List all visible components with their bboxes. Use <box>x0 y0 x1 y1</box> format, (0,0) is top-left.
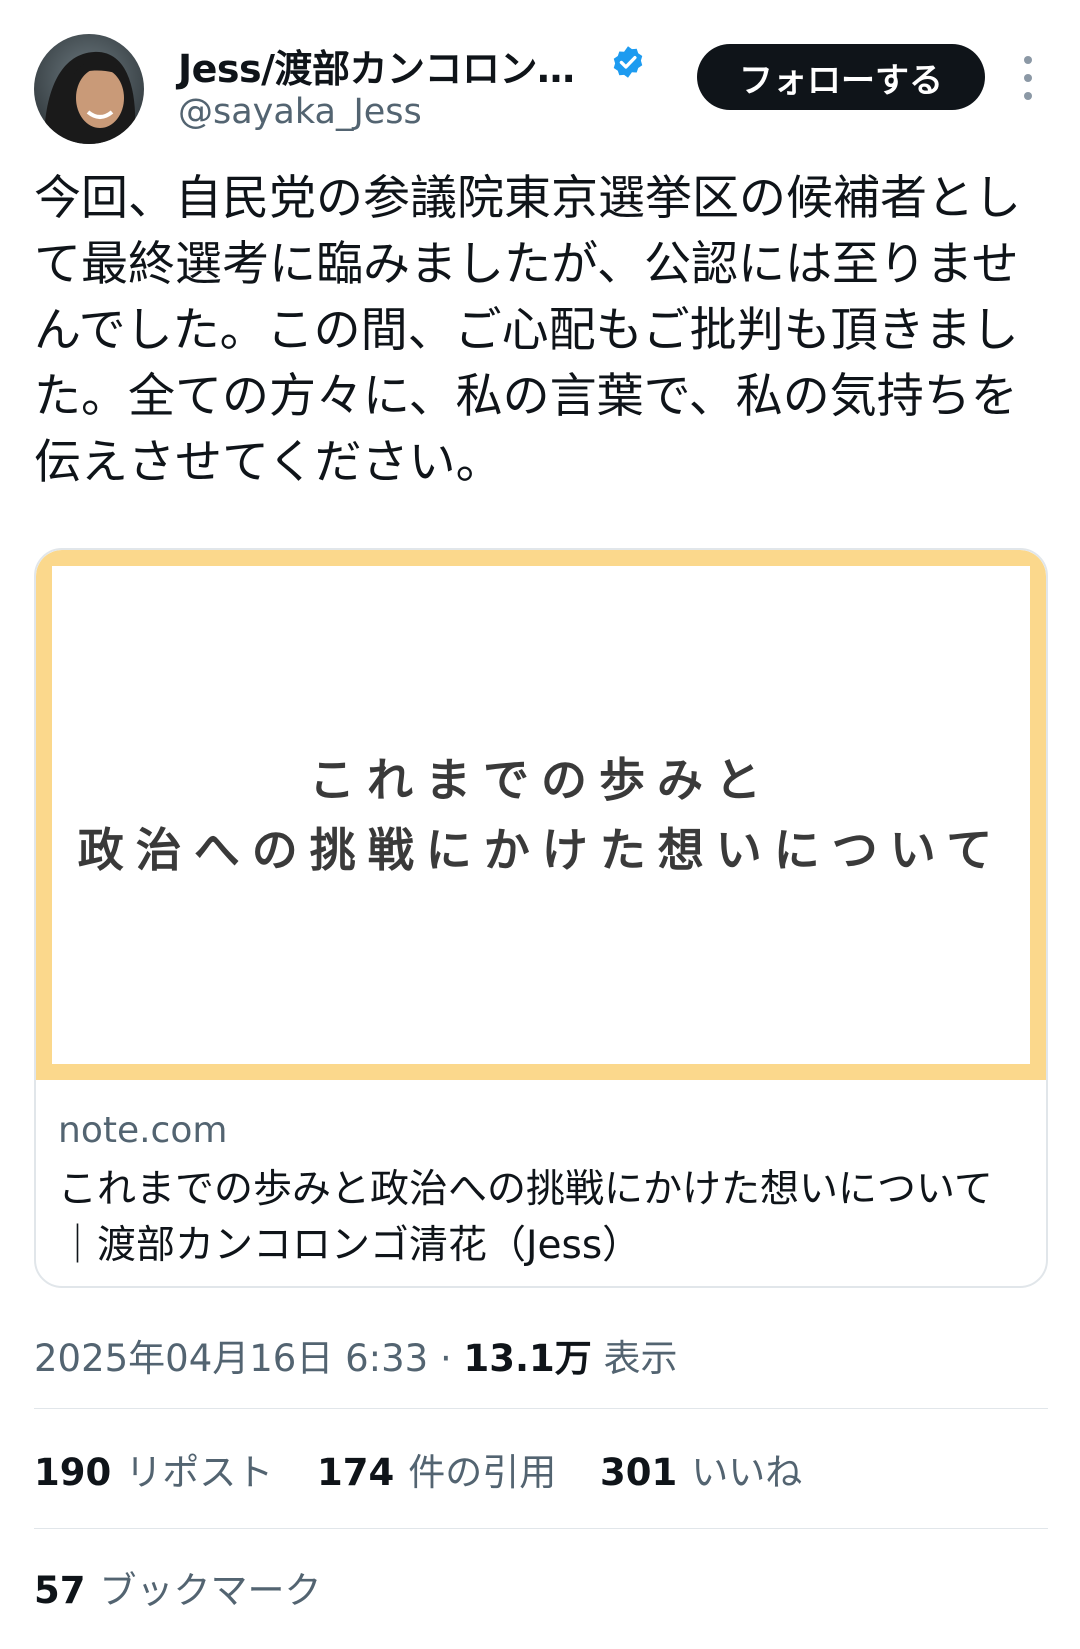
quotes-count: 174 <box>317 1451 395 1494</box>
user-handle[interactable]: @sayaka_Jess <box>178 92 422 132</box>
follow-button[interactable]: フォローする <box>697 44 985 110</box>
display-name[interactable]: Jess/渡部カンコロン… <box>178 38 575 93</box>
likes-count: 301 <box>600 1451 678 1494</box>
verified-badge-icon <box>613 46 643 78</box>
bookmarks-label: ブックマーク <box>99 1569 322 1612</box>
views-count: 13.1万 <box>463 1337 592 1380</box>
tweet-text: 今回、自民党の参議院東京選挙区の候補者として最終選考に臨みましたが、公認には至り… <box>34 171 1021 490</box>
reposts-stat[interactable]: 190 リポスト <box>34 1451 273 1494</box>
card-image-content: これまでの歩みと 政治への挑戦にかけた想いについて <box>52 566 1030 1064</box>
tweet-header: Jess/渡部カンコロン… @sayaka_Jess フォローする <box>0 0 1080 150</box>
bookmarks-count: 57 <box>34 1569 86 1612</box>
likes-label: いいね <box>691 1451 803 1494</box>
card-image-line-2: 政治への挑戦にかけた想いについて <box>77 823 1005 877</box>
likes-stat[interactable]: 301 いいね <box>600 1451 802 1494</box>
bookmarks-stat[interactable]: 57 ブックマーク <box>34 1569 322 1612</box>
more-options-icon[interactable] <box>1016 56 1040 100</box>
reposts-count: 190 <box>34 1451 112 1494</box>
timestamp[interactable]: 2025年04月16日 6:33 <box>34 1337 428 1380</box>
divider <box>34 1408 1048 1409</box>
divider <box>34 1528 1048 1529</box>
avatar[interactable] <box>34 34 144 144</box>
card-image-line-1: これまでの歩みと <box>309 753 773 807</box>
reposts-label: リポスト <box>125 1451 274 1494</box>
tweet-meta: 2025年04月16日 6:33 · 13.1万 表示 <box>34 1328 678 1382</box>
dot <box>1024 92 1032 100</box>
link-card-title[interactable]: これまでの歩みと政治への挑戦にかけた想いについて｜渡部カンコロンゴ清花（Jess… <box>58 1162 1018 1274</box>
engagement-stats: 190 リポスト 174 件の引用 301 いいね <box>34 1442 834 1496</box>
link-card[interactable]: これまでの歩みと 政治への挑戦にかけた想いについて note.com これまでの… <box>34 548 1048 1288</box>
quotes-label: 件の引用 <box>408 1451 557 1494</box>
quotes-stat[interactable]: 174 件の引用 <box>317 1451 556 1494</box>
dot <box>1024 56 1032 64</box>
meta-separator: · <box>439 1337 452 1380</box>
views-label: 表示 <box>603 1337 678 1380</box>
link-card-domain: note.com <box>58 1110 228 1151</box>
avatar-photo <box>34 34 144 144</box>
dot <box>1024 74 1032 82</box>
bookmark-stats: 57 ブックマーク <box>34 1560 354 1614</box>
link-card-image[interactable]: これまでの歩みと 政治への挑戦にかけた想いについて <box>36 550 1046 1080</box>
